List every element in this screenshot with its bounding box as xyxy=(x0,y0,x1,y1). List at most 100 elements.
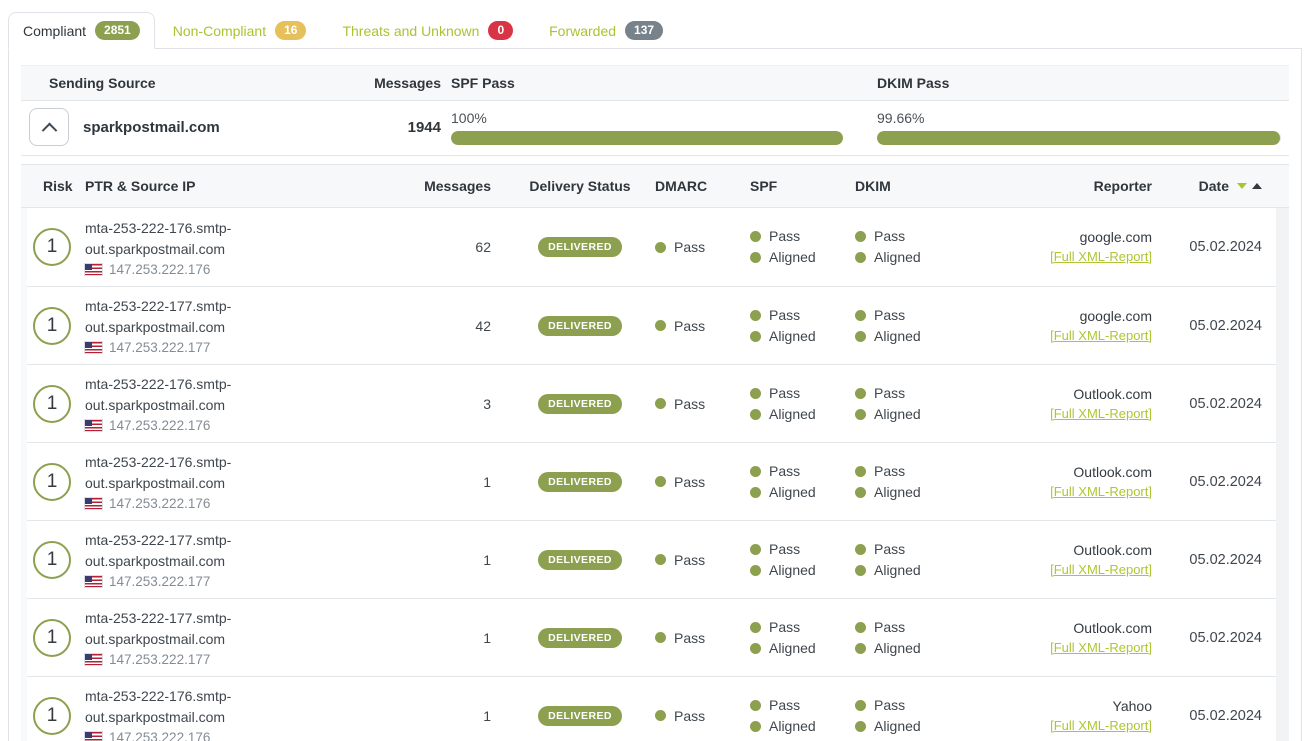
risk-score-value: 1 xyxy=(47,236,58,258)
risk-score-value: 1 xyxy=(47,705,58,727)
risk-score-badge: 1 xyxy=(33,385,71,423)
row-messages-count: 3 xyxy=(325,396,505,412)
dkim-result: Pass xyxy=(874,539,905,560)
dkim-result: Pass xyxy=(874,383,905,404)
header-dkim: DKIM xyxy=(855,178,1010,194)
row-messages-count: 1 xyxy=(325,552,505,568)
header-date-sort[interactable]: Date xyxy=(1160,178,1289,194)
tab-compliant[interactable]: Compliant 2851 xyxy=(8,12,155,49)
dkim-pass-percent: 99.66% xyxy=(877,110,1281,126)
dkim-aligned-dot xyxy=(855,565,866,576)
spf-result: Pass xyxy=(769,617,800,638)
dmarc-pass-dot xyxy=(655,632,666,643)
full-xml-report-link[interactable]: [Full XML-Report] xyxy=(1050,562,1152,577)
compliance-tabs: Compliant 2851 Non-Compliant 16 Threats … xyxy=(8,12,1302,49)
report-date: 05.02.2024 xyxy=(1160,630,1276,646)
header-risk: Risk xyxy=(21,178,85,194)
full-xml-report-link[interactable]: [Full XML-Report] xyxy=(1050,484,1152,499)
tab-forwarded-count-badge: 137 xyxy=(625,21,663,40)
dmarc-result: Pass xyxy=(674,708,705,724)
spf-result: Pass xyxy=(769,461,800,482)
header-dmarc: DMARC xyxy=(655,178,750,194)
ptr-hostname: mta-253-222-177.smtp-out.sparkpostmail.c… xyxy=(85,530,257,572)
vertical-scrollbar[interactable] xyxy=(1276,208,1289,741)
source-ip: 147.253.222.176 xyxy=(109,496,210,511)
us-flag-icon xyxy=(85,420,102,431)
spf-aligned-dot xyxy=(750,721,761,732)
full-xml-report-link[interactable]: [Full XML-Report] xyxy=(1050,249,1152,264)
tab-non-compliant[interactable]: Non-Compliant 16 xyxy=(155,13,325,48)
risk-score-value: 1 xyxy=(47,627,58,649)
source-ip: 147.253.222.176 xyxy=(109,418,210,433)
dkim-alignment: Aligned xyxy=(874,482,921,503)
spf-aligned-dot xyxy=(750,252,761,263)
dkim-pass-dot xyxy=(855,231,866,242)
spf-aligned-dot xyxy=(750,331,761,342)
risk-score-badge: 1 xyxy=(33,619,71,657)
spf-aligned-dot xyxy=(750,409,761,420)
risk-score-value: 1 xyxy=(47,471,58,493)
risk-score-value: 1 xyxy=(47,393,58,415)
ptr-hostname: mta-253-222-176.smtp-out.sparkpostmail.c… xyxy=(85,374,257,416)
sort-asc-icon[interactable] xyxy=(1252,183,1262,189)
dmarc-pass-dot xyxy=(655,710,666,721)
table-row: 1 mta-253-222-176.smtp-out.sparkpostmail… xyxy=(27,364,1276,442)
source-ip: 147.253.222.177 xyxy=(109,574,210,589)
row-messages-count: 1 xyxy=(325,708,505,724)
dkim-alignment: Aligned xyxy=(874,638,921,659)
dmarc-pass-dot xyxy=(655,398,666,409)
dkim-result: Pass xyxy=(874,461,905,482)
delivery-status-badge: DELIVERED xyxy=(538,472,622,492)
spf-pass-dot xyxy=(750,466,761,477)
risk-score-badge: 1 xyxy=(33,463,71,501)
reporter-domain: google.com xyxy=(1010,306,1152,326)
reporter-domain: Yahoo xyxy=(1010,696,1152,716)
header-ptr-source-ip: PTR & Source IP xyxy=(85,178,325,194)
tab-threats-unknown[interactable]: Threats and Unknown 0 xyxy=(324,13,531,48)
dkim-result: Pass xyxy=(874,226,905,247)
full-xml-report-link[interactable]: [Full XML-Report] xyxy=(1050,718,1152,733)
dkim-pass-dot xyxy=(855,466,866,477)
dmarc-result: Pass xyxy=(674,630,705,646)
sort-desc-icon[interactable] xyxy=(1237,183,1247,189)
summary-header-spf-pass: SPF Pass xyxy=(441,75,865,91)
collapse-source-button[interactable] xyxy=(29,108,69,146)
reporter-domain: Outlook.com xyxy=(1010,384,1152,404)
source-messages-count: 1944 xyxy=(351,119,441,136)
reporter-domain: google.com xyxy=(1010,227,1152,247)
risk-score-badge: 1 xyxy=(33,307,71,345)
full-xml-report-link[interactable]: [Full XML-Report] xyxy=(1050,406,1152,421)
us-flag-icon xyxy=(85,732,102,741)
dkim-pass-dot xyxy=(855,388,866,399)
spf-pass-dot xyxy=(750,544,761,555)
spf-result: Pass xyxy=(769,226,800,247)
report-date: 05.02.2024 xyxy=(1160,239,1276,255)
delivery-status-badge: DELIVERED xyxy=(538,706,622,726)
chevron-up-icon xyxy=(41,122,57,138)
row-messages-count: 1 xyxy=(325,630,505,646)
dkim-pass-dot xyxy=(855,544,866,555)
reporter-domain: Outlook.com xyxy=(1010,462,1152,482)
source-ip: 147.253.222.176 xyxy=(109,262,210,277)
summary-header-dkim-pass: DKIM Pass xyxy=(865,75,1289,91)
spf-alignment: Aligned xyxy=(769,326,816,347)
dkim-pass-bar xyxy=(877,131,1281,145)
report-date: 05.02.2024 xyxy=(1160,552,1276,568)
spf-aligned-dot xyxy=(750,565,761,576)
us-flag-icon xyxy=(85,264,102,275)
tab-threats-unknown-label: Threats and Unknown xyxy=(342,23,479,39)
dkim-aligned-dot xyxy=(855,643,866,654)
ptr-hostname: mta-253-222-177.smtp-out.sparkpostmail.c… xyxy=(85,608,257,650)
report-date: 05.02.2024 xyxy=(1160,318,1276,334)
full-xml-report-link[interactable]: [Full XML-Report] xyxy=(1050,640,1152,655)
dkim-alignment: Aligned xyxy=(874,247,921,268)
full-xml-report-link[interactable]: [Full XML-Report] xyxy=(1050,328,1152,343)
dkim-aligned-dot xyxy=(855,409,866,420)
dmarc-result: Pass xyxy=(674,552,705,568)
risk-score-value: 1 xyxy=(47,549,58,571)
detail-rows-container: 1 mta-253-222-176.smtp-out.sparkpostmail… xyxy=(21,208,1289,741)
dmarc-result: Pass xyxy=(674,474,705,490)
dmarc-pass-dot xyxy=(655,320,666,331)
tab-forwarded[interactable]: Forwarded 137 xyxy=(531,13,681,48)
summary-header-row: Sending Source Messages SPF Pass DKIM Pa… xyxy=(21,65,1289,101)
